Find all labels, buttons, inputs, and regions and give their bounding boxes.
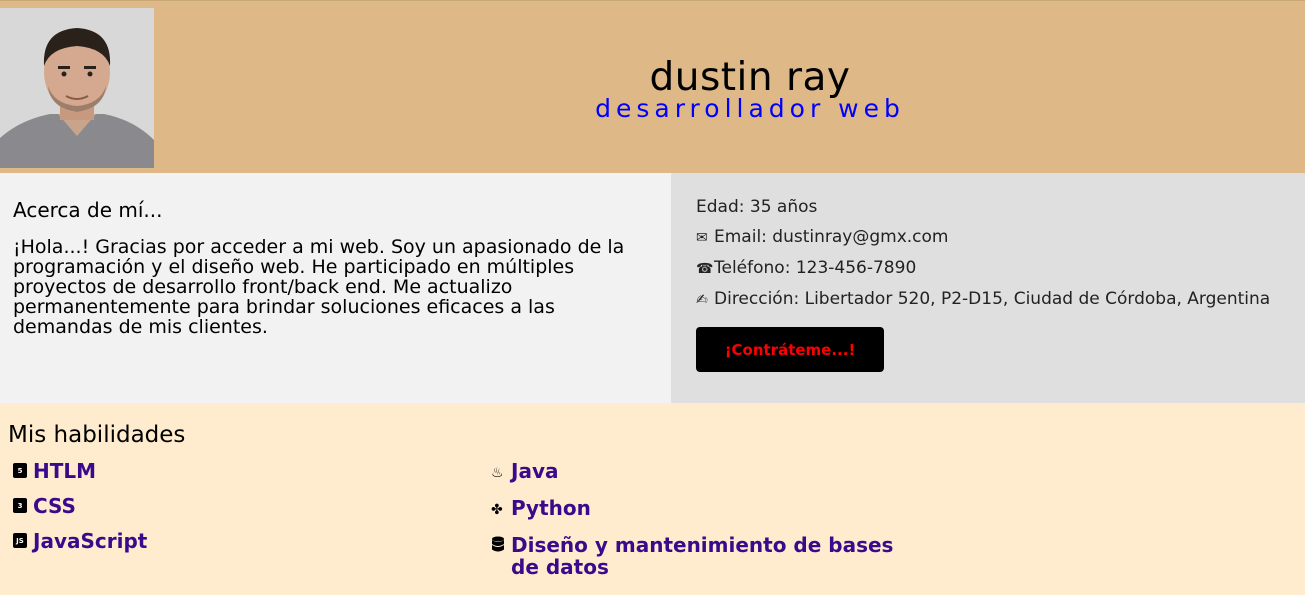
css3-icon: 3 (13, 498, 27, 513)
skills-title: Mis habilidades (8, 422, 186, 448)
skill-label: Python (511, 496, 591, 520)
contact-section: Edad: 35 años ✉ Email: dustinray@gmx.com … (671, 173, 1305, 403)
header: dustin ray desarrollador web (0, 0, 1305, 173)
about-text: ¡Hola...! Gracias por acceder a mi web. … (13, 236, 625, 338)
skill-label: HTLM (33, 459, 97, 483)
phone-text: Teléfono: 123-456-7890 (714, 258, 917, 278)
skills-right-column: ♨ Java ✤ Python Diseño y mantenimiento d… (491, 460, 911, 591)
skills-section: Mis habilidades 5 HTLM 3 CSS JS JavaScri… (0, 403, 1305, 595)
java-icon: ♨ (491, 465, 504, 481)
skill-python: ✤ Python (491, 497, 911, 521)
skill-css: 3 CSS (13, 495, 147, 517)
writing-hand-icon: ✍ (696, 292, 708, 308)
about-section: Acerca de mí... ¡Hola...! Gracias por ac… (0, 173, 671, 403)
email-text: Email: dustinray@gmx.com (714, 227, 949, 247)
skill-label: Java (511, 459, 559, 483)
python-icon: ✤ (491, 502, 503, 518)
contact-phone: ☎Teléfono: 123-456-7890 (696, 258, 1280, 280)
age-text: Edad: 35 años (696, 197, 818, 217)
about-title: Acerca de mí... (13, 198, 163, 222)
skill-databases: Diseño y mantenimiento de bases de datos (491, 534, 911, 578)
skill-javascript: JS JavaScript (13, 530, 147, 552)
js-icon: JS (13, 533, 27, 548)
skill-label: CSS (33, 494, 76, 518)
skills-left-column: 5 HTLM 3 CSS JS JavaScript (13, 460, 147, 565)
skill-label: JavaScript (33, 529, 148, 553)
person-role: desarrollador web (595, 94, 905, 123)
html5-icon: 5 (13, 463, 27, 478)
address-text: Dirección: Libertador 520, P2-D15, Ciuda… (714, 289, 1271, 309)
hire-me-button[interactable]: ¡Contráteme...! (696, 327, 884, 372)
contact-address: ✍ Dirección: Libertador 520, P2-D15, Ciud… (696, 289, 1280, 311)
contact-age: Edad: 35 años (696, 197, 1280, 218)
profile-photo (0, 8, 154, 168)
skill-label: Diseño y mantenimiento de bases de datos (511, 533, 894, 579)
skill-html: 5 HTLM (13, 460, 147, 482)
database-icon (491, 536, 511, 560)
envelope-icon: ✉ (696, 230, 708, 246)
telephone-icon: ☎ (696, 261, 714, 277)
contact-email: ✉ Email: dustinray@gmx.com (696, 227, 1280, 249)
skill-java: ♨ Java (491, 460, 911, 484)
